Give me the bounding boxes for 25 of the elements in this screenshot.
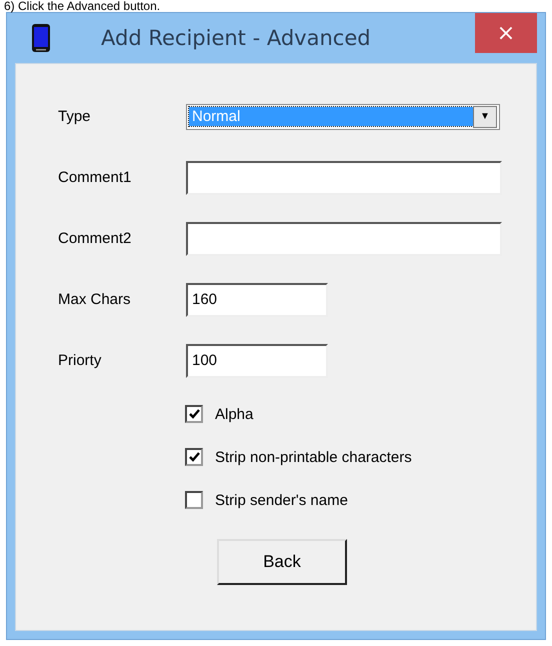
checkbox[interactable] [185, 448, 203, 466]
checkbox-label: Alpha [215, 406, 254, 422]
close-button[interactable]: × [475, 13, 537, 53]
window-title: Add Recipient - Advanced [101, 26, 371, 50]
phone-icon [31, 23, 51, 53]
checkbox[interactable] [185, 491, 203, 509]
field-label: Comment2 [58, 230, 132, 247]
field-label: Max Chars [58, 291, 132, 308]
text-field[interactable]: 100 [186, 344, 328, 378]
dropdown-arrow-button[interactable]: ▼ [473, 106, 497, 128]
field-label: Priorty [58, 352, 102, 369]
back-button[interactable]: Back [217, 539, 347, 585]
text-field[interactable]: 160 [186, 282, 328, 316]
checkbox-label: Strip non-printable characters [215, 448, 412, 466]
field-label: Comment1 [58, 169, 132, 186]
checkmark-icon [188, 409, 200, 419]
instruction-text: 6) Click the Advanced button. [3, 0, 162, 12]
dropdown-value: Normal [189, 107, 473, 126]
checkmark-icon [188, 452, 200, 462]
text-field[interactable] [186, 222, 502, 256]
checkbox[interactable] [185, 405, 203, 423]
checkbox-label: Strip sender's name [215, 492, 348, 508]
field-label: Type [58, 108, 92, 125]
text-field[interactable] [186, 160, 502, 194]
type-dropdown[interactable]: Normal ▼ [186, 104, 500, 130]
